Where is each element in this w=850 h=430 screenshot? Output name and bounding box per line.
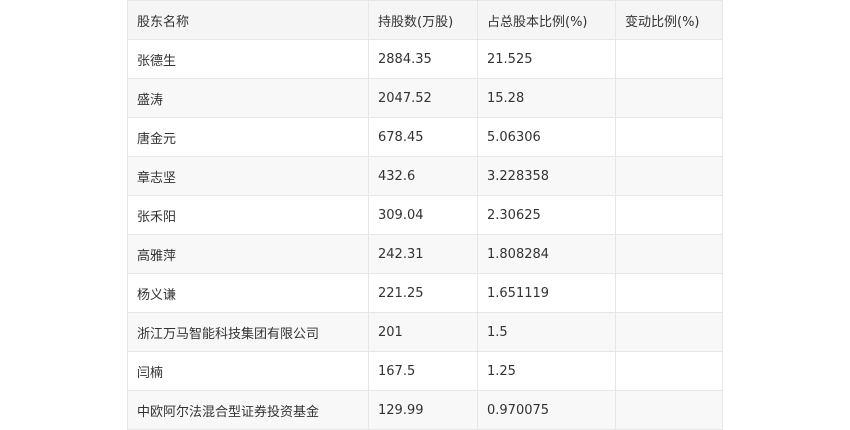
cell-share-ratio: 15.28 <box>477 78 616 118</box>
shareholder-table: 股东名称 持股数(万股) 占总股本比例(%) 变动比例(%) 张德生 2884.… <box>127 0 723 430</box>
cell-change-ratio <box>615 39 723 79</box>
cell-change-ratio <box>615 156 723 196</box>
cell-shareholder-name: 高雅萍 <box>127 234 369 274</box>
cell-shares-held: 432.6 <box>368 156 478 196</box>
shareholder-table-container: 股东名称 持股数(万股) 占总股本比例(%) 变动比例(%) 张德生 2884.… <box>127 0 723 430</box>
cell-shareholder-name: 唐金元 <box>127 117 369 157</box>
table-header: 股东名称 持股数(万股) 占总股本比例(%) 变动比例(%) <box>127 0 723 40</box>
cell-shareholder-name: 盛涛 <box>127 78 369 118</box>
cell-shares-held: 309.04 <box>368 195 478 235</box>
cell-shareholder-name: 中欧阿尔法混合型证券投资基金 <box>127 390 369 430</box>
table-row: 中欧阿尔法混合型证券投资基金 129.99 0.970075 <box>127 390 723 430</box>
cell-change-ratio <box>615 78 723 118</box>
table-row: 唐金元 678.45 5.06306 <box>127 117 723 157</box>
table-row: 张禾阳 309.04 2.30625 <box>127 195 723 235</box>
cell-change-ratio <box>615 351 723 391</box>
cell-shareholder-name: 闫楠 <box>127 351 369 391</box>
cell-shares-held: 2884.35 <box>368 39 478 79</box>
cell-change-ratio <box>615 117 723 157</box>
table-row: 浙江万马智能科技集团有限公司 201 1.5 <box>127 312 723 352</box>
header-row: 股东名称 持股数(万股) 占总股本比例(%) 变动比例(%) <box>127 0 723 40</box>
cell-shareholder-name: 张禾阳 <box>127 195 369 235</box>
cell-share-ratio: 1.25 <box>477 351 616 391</box>
cell-change-ratio <box>615 390 723 430</box>
cell-share-ratio: 2.30625 <box>477 195 616 235</box>
cell-shareholder-name: 章志坚 <box>127 156 369 196</box>
cell-shares-held: 678.45 <box>368 117 478 157</box>
table-row: 章志坚 432.6 3.228358 <box>127 156 723 196</box>
cell-shareholder-name: 浙江万马智能科技集团有限公司 <box>127 312 369 352</box>
cell-shares-held: 201 <box>368 312 478 352</box>
table-body: 张德生 2884.35 21.525 盛涛 2047.52 15.28 唐金元 … <box>127 39 723 430</box>
header-change-ratio: 变动比例(%) <box>615 0 723 40</box>
cell-shares-held: 167.5 <box>368 351 478 391</box>
cell-shares-held: 129.99 <box>368 390 478 430</box>
table-row: 闫楠 167.5 1.25 <box>127 351 723 391</box>
cell-share-ratio: 1.651119 <box>477 273 616 313</box>
cell-shares-held: 242.31 <box>368 234 478 274</box>
header-shareholder-name: 股东名称 <box>127 0 369 40</box>
cell-shareholder-name: 张德生 <box>127 39 369 79</box>
cell-change-ratio <box>615 312 723 352</box>
cell-shareholder-name: 杨义谦 <box>127 273 369 313</box>
cell-change-ratio <box>615 273 723 313</box>
cell-share-ratio: 5.06306 <box>477 117 616 157</box>
cell-share-ratio: 1.5 <box>477 312 616 352</box>
cell-change-ratio <box>615 195 723 235</box>
cell-share-ratio: 3.228358 <box>477 156 616 196</box>
table-row: 高雅萍 242.31 1.808284 <box>127 234 723 274</box>
cell-share-ratio: 1.808284 <box>477 234 616 274</box>
cell-change-ratio <box>615 234 723 274</box>
table-row: 杨义谦 221.25 1.651119 <box>127 273 723 313</box>
cell-shares-held: 221.25 <box>368 273 478 313</box>
cell-share-ratio: 0.970075 <box>477 390 616 430</box>
table-row: 盛涛 2047.52 15.28 <box>127 78 723 118</box>
header-shares-held: 持股数(万股) <box>368 0 478 40</box>
cell-shares-held: 2047.52 <box>368 78 478 118</box>
cell-share-ratio: 21.525 <box>477 39 616 79</box>
table-row: 张德生 2884.35 21.525 <box>127 39 723 79</box>
header-share-ratio: 占总股本比例(%) <box>477 0 616 40</box>
